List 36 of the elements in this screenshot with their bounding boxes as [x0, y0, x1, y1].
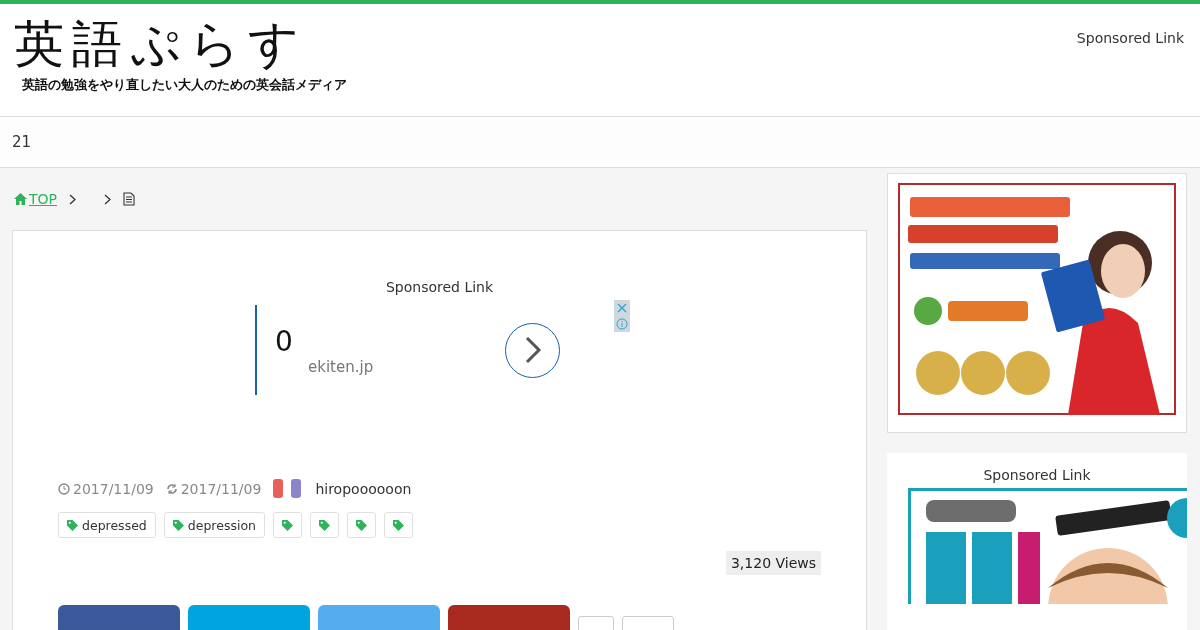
- ad-domain: ekiten.jp: [308, 357, 375, 376]
- tag-icon: [355, 519, 367, 531]
- tag-icon: [172, 519, 184, 531]
- info-icon[interactable]: [616, 317, 628, 330]
- tag-link[interactable]: [346, 512, 376, 538]
- sponsored-label: Sponsored Link: [384, 279, 495, 295]
- ad-title[interactable]: 0: [275, 324, 505, 358]
- author-name[interactable]: hiropoooooon: [315, 480, 412, 497]
- sponsored-label: Sponsored Link: [1076, 29, 1184, 48]
- site-logo[interactable]: 英語ぷらす: [14, 16, 347, 72]
- refresh-icon: [165, 482, 178, 495]
- view-count: 3,120 Views: [725, 551, 821, 575]
- nav-label: 21: [12, 133, 32, 151]
- clock-icon: [58, 482, 70, 495]
- document-icon: [123, 192, 135, 206]
- tag-link[interactable]: depressed: [58, 512, 156, 538]
- tag-icon: [67, 519, 78, 531]
- published-date: 2017/11/09: [58, 480, 154, 497]
- sponsored-label: Sponsored Link: [983, 467, 1091, 483]
- tag-link[interactable]: depression: [163, 512, 265, 538]
- tag-link[interactable]: [309, 512, 339, 538]
- close-icon[interactable]: [617, 302, 627, 313]
- tag-link[interactable]: [383, 512, 413, 538]
- tag-link[interactable]: [272, 512, 302, 538]
- tag-icon: [318, 519, 330, 531]
- chevron-icon: [104, 193, 111, 205]
- category-tag[interactable]: [291, 479, 302, 498]
- tag-icon: [281, 519, 293, 531]
- ad-controls[interactable]: [614, 300, 630, 332]
- home-icon: [14, 193, 27, 205]
- site-tagline: 英語の勉強をやり直したい大人のための英会話メディア: [22, 76, 347, 94]
- chevron-icon: [69, 193, 76, 205]
- tag-icon: [392, 519, 404, 531]
- updated-date: 2017/11/09: [165, 480, 262, 497]
- chevron-icon: [523, 336, 542, 364]
- category-tag[interactable]: [273, 479, 284, 498]
